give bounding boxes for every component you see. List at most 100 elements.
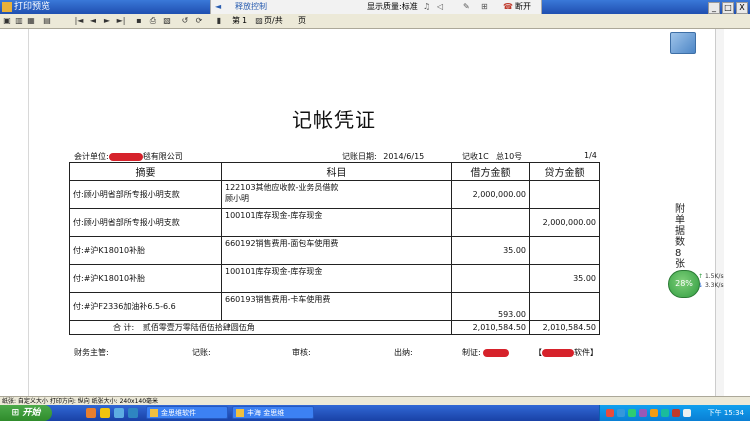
header-account: 科目	[221, 162, 452, 181]
bookmark-icon[interactable]: ▮	[214, 16, 224, 26]
back-arrow-icon[interactable]: ◄	[215, 0, 221, 14]
total-cell: 合 计: 贰佰零壹万零陆佰伍拾肆圆伍角	[69, 320, 452, 335]
volume-icon[interactable]	[683, 409, 691, 417]
start-button[interactable]: ⊞ 开始	[0, 405, 52, 421]
zoom-icon[interactable]: ▤	[42, 16, 52, 26]
release-control-link[interactable]: 释放控制	[235, 0, 267, 14]
tray-icon[interactable]	[661, 409, 669, 417]
row-debit	[451, 208, 530, 237]
network-speed-ball[interactable]: 28%	[668, 270, 700, 298]
system-tray: 下午 15:34	[599, 405, 750, 421]
supervisor-label: 财务主管:	[74, 348, 109, 357]
unit-suffix: 毯有限公司	[142, 152, 183, 161]
task-jinsiwei[interactable]: 金思维软件	[146, 406, 228, 419]
last-page-icon[interactable]: ►|	[116, 16, 126, 26]
total-debit: 2,010,584.50	[451, 320, 530, 335]
unit-line: 会计单位: 毯有限公司	[74, 151, 183, 162]
preview-toolbar: ▣ ▥ ▦ ▤ |◄ ◄ ► ►| ▪ ⎙ ▧ ↺ ⟳ ▮ 第 1 ▨ 页/共 …	[0, 14, 750, 29]
quicklaunch-icon[interactable]	[86, 408, 96, 418]
clock[interactable]: 下午 15:34	[708, 405, 744, 421]
bookkeeper-label: 记账:	[192, 348, 211, 357]
total-label: 合 计:	[113, 323, 135, 332]
voucher-table: 摘要 科目 借方金额 贷方金额 付:顾小明省部所专报小明支款 122103其他应…	[69, 162, 600, 335]
header-credit: 贷方金额	[529, 162, 600, 181]
status-text: 纸张: 自定义大小 打印方向: 纵向 纸张大小: 240x140毫米	[2, 398, 159, 405]
task-fenghai[interactable]: 丰海 金思维	[232, 406, 314, 419]
refresh-icon[interactable]: ⟳	[194, 16, 204, 26]
page-select-icon[interactable]: ▨	[254, 16, 264, 26]
software-suffix: 软件】	[574, 348, 598, 357]
edit-icon[interactable]: ✎	[463, 0, 470, 14]
row-summary: 付:顾小明省部所专报小明支款	[69, 180, 222, 209]
prev-page-icon[interactable]: ◄	[88, 16, 98, 26]
redaction-mark	[482, 348, 509, 357]
export-icon[interactable]: ↺	[180, 16, 190, 26]
window-titlebar: 打印预览 ◄ 释放控制 显示质量:标准 ♫ ◁ ✎ ⊞ ☎ 断开 _ □ X	[0, 0, 750, 14]
sound-icon[interactable]: ♫	[423, 0, 430, 14]
disconnect-button[interactable]: 断开	[515, 0, 531, 14]
one-page-icon[interactable]: ▣	[2, 16, 12, 26]
table-row: 付:顾小明省部所专报小明支款 122103其他应收款-业务员借款 顾小明 2,0…	[69, 180, 600, 209]
folder-icon[interactable]	[100, 408, 110, 418]
tray-icon[interactable]	[628, 409, 636, 417]
close-button[interactable]: X	[736, 2, 748, 14]
disconnect-icon[interactable]: ☎	[503, 0, 513, 14]
row-summary: 付:#沪K18010补胎	[69, 264, 222, 293]
app-icon	[2, 2, 12, 12]
page-setup-icon[interactable]: ▧	[162, 16, 172, 26]
page-total-label: 页	[298, 16, 306, 25]
voucher-number: 总10号	[496, 152, 523, 161]
logo-icon	[670, 32, 696, 54]
print-icon[interactable]: ⎙	[148, 16, 158, 26]
page-prefix: 第	[232, 16, 240, 25]
page-number-input[interactable]: 1	[242, 14, 247, 28]
voucher-page: 1/4	[584, 151, 597, 160]
row-account: 122103其他应收款-业务员借款 顾小明	[221, 180, 452, 209]
header-summary: 摘要	[69, 162, 222, 181]
row-credit: 35.00	[529, 264, 600, 293]
total-credit: 2,010,584.50	[529, 320, 600, 335]
next-page-icon[interactable]: ►	[102, 16, 112, 26]
unit-label: 会计单位:	[74, 152, 109, 161]
voucher-title: 记帐凭证	[292, 108, 376, 132]
attachment-note: 附单据数8张	[675, 204, 685, 270]
row-credit: 2,000,000.00	[529, 208, 600, 237]
maximize-button[interactable]: □	[722, 2, 734, 14]
row-debit: 35.00	[451, 236, 530, 265]
row-account: 660193销售费用-卡车使用费	[221, 292, 452, 321]
total-words: 贰佰零壹万零陆佰伍拾肆圆伍角	[142, 323, 255, 332]
maker-line: 制证:	[462, 347, 509, 358]
page-suffix: 页/共	[264, 16, 283, 25]
maker-label: 制证:	[462, 348, 481, 357]
download-rate: 3.3K/s	[704, 282, 724, 289]
table-row: 付:#沪K18010补胎 660192销售费用-面包车使用费 35.00	[69, 236, 600, 265]
speaker-icon[interactable]: ◁	[437, 0, 443, 14]
ie-icon[interactable]	[114, 408, 124, 418]
two-page-icon[interactable]: ▥	[14, 16, 24, 26]
tray-icon[interactable]	[650, 409, 658, 417]
tray-icon[interactable]	[672, 409, 680, 417]
header-debit: 借方金额	[451, 162, 530, 181]
minimize-button[interactable]: _	[708, 2, 720, 14]
row-debit: 2,000,000.00	[451, 180, 530, 209]
fullscreen-icon[interactable]: ⊞	[481, 0, 488, 14]
row-debit: 593.00	[451, 292, 530, 321]
redaction-mark	[542, 348, 574, 357]
first-page-icon[interactable]: |◄	[74, 16, 84, 26]
network-rates: ↑ 1.5K/s ↓ 3.3K/s	[698, 273, 724, 289]
date-label: 记账日期:	[342, 152, 377, 161]
multi-page-icon[interactable]: ▦	[26, 16, 36, 26]
tray-icon[interactable]	[606, 409, 614, 417]
row-credit	[529, 236, 600, 265]
software-line: 【软件】	[534, 348, 598, 357]
vertical-scrollbar[interactable]	[715, 29, 724, 396]
tray-icon[interactable]	[617, 409, 625, 417]
tray-icon[interactable]	[639, 409, 647, 417]
display-quality-select[interactable]: 显示质量:标准	[367, 0, 418, 14]
windows-logo-icon: ⊞	[11, 408, 20, 418]
window-title: 打印预览	[14, 2, 51, 12]
browser-icon[interactable]	[128, 408, 138, 418]
save-icon[interactable]: ▪	[134, 16, 144, 26]
table-header: 摘要 科目 借方金额 贷方金额	[69, 162, 600, 181]
row-summary: 付:#沪K18010补胎	[69, 236, 222, 265]
